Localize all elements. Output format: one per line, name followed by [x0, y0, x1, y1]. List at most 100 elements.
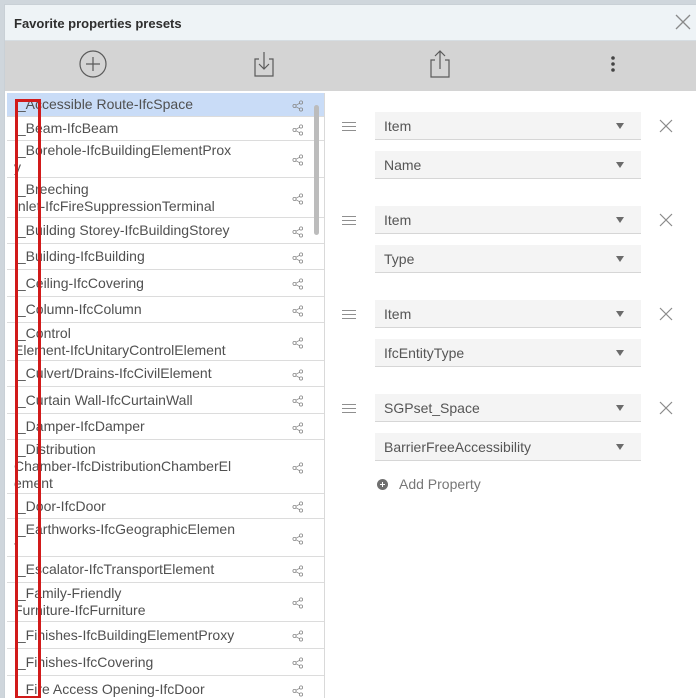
preset-label: I_Distribution Chamber-IfcDistributionCh… — [14, 441, 232, 491]
presets-list: I_Accessible Route-IfcSpace I_Beam-IfcBe… — [7, 93, 325, 698]
property-group-value: Item — [384, 306, 412, 322]
chevron-down-icon — [616, 405, 624, 411]
preset-label: I_Earthworks-IfcGeographicElemen t — [14, 520, 235, 554]
add-preset-button[interactable] — [76, 49, 110, 83]
property-group-select[interactable]: Item — [375, 206, 641, 234]
chevron-down-icon — [616, 444, 624, 450]
preset-item[interactable]: I_Door-IfcDoor — [7, 494, 324, 519]
preset-item[interactable]: I_Family-Friendly Furniture-IfcFurniture — [7, 583, 324, 622]
preset-label: I_Borehole-IfcBuildingElementProx y — [14, 142, 232, 175]
dialog-title: Favorite properties presets — [14, 16, 182, 31]
preset-item[interactable]: I_Curtain Wall-IfcCurtainWall — [7, 387, 324, 414]
drag-handle-icon[interactable] — [342, 216, 356, 228]
preset-item[interactable]: I_Ceiling-IfcCovering — [7, 270, 324, 297]
share-icon[interactable] — [292, 153, 304, 166]
share-icon[interactable] — [292, 500, 304, 513]
presets-toolbar — [5, 41, 696, 91]
property-group-value: Item — [384, 212, 412, 228]
property-name-select[interactable]: Type — [375, 245, 641, 273]
share-icon[interactable] — [292, 225, 304, 238]
preset-item[interactable]: I_Distribution Chamber-IfcDistributionCh… — [7, 440, 324, 494]
share-icon[interactable] — [292, 596, 304, 609]
preset-item[interactable]: I_Finishes-IfcBuildingElementProxy — [7, 622, 324, 649]
preset-item[interactable]: I_Building-IfcBuilding — [7, 244, 324, 270]
preset-item[interactable]: I_Earthworks-IfcGeographicElemen t — [7, 519, 324, 557]
drag-handle-icon[interactable] — [342, 404, 356, 416]
preset-item[interactable]: I_Damper-IfcDamper — [7, 414, 324, 440]
annotation-highlight-box — [15, 99, 41, 698]
preset-properties-panel: Item Name Item Type Item IfcEntityType S… — [335, 93, 695, 698]
preset-item[interactable]: I_Culvert/Drains-IfcCivilElement — [7, 361, 324, 387]
share-icon[interactable] — [292, 684, 304, 697]
chevron-down-icon — [616, 311, 624, 317]
export-preset-button[interactable] — [423, 49, 457, 83]
property-name-select[interactable]: IfcEntityType — [375, 339, 641, 367]
dialog-titlebar: Favorite properties presets — [5, 5, 696, 41]
drag-handle-icon[interactable] — [342, 122, 356, 134]
share-icon[interactable] — [292, 192, 304, 205]
preset-label: I_Culvert/Drains-IfcCivilElement — [14, 365, 212, 381]
property-group-value: Item — [384, 118, 412, 134]
preset-label: I_Breeching Inlet-IfcFireSuppressionTerm… — [14, 180, 215, 214]
share-icon[interactable] — [292, 251, 304, 264]
share-icon[interactable] — [292, 656, 304, 669]
import-preset-button[interactable] — [247, 49, 281, 83]
share-icon[interactable] — [292, 123, 304, 136]
share-icon[interactable] — [292, 368, 304, 381]
share-icon[interactable] — [292, 421, 304, 434]
download-icon — [252, 50, 276, 83]
remove-property-icon[interactable] — [657, 117, 675, 135]
share-icon[interactable] — [292, 629, 304, 642]
property-group-value: SGPset_Space — [384, 400, 480, 416]
preset-item[interactable]: I_Fire Access Opening-IfcDoor — [7, 676, 324, 698]
property-name-value: Type — [384, 251, 415, 267]
share-icon[interactable] — [292, 336, 304, 349]
preset-item[interactable]: I_Escalator-IfcTransportElement — [7, 557, 324, 583]
preset-item[interactable]: I_Beam-IfcBeam — [7, 117, 324, 141]
property-name-select[interactable]: Name — [375, 151, 641, 179]
add-property-label: Add Property — [399, 476, 481, 492]
preset-label: I_Escalator-IfcTransportElement — [14, 561, 215, 577]
favorite-presets-dialog: Favorite properties presets I_Accessible… — [4, 4, 696, 698]
preset-label: I_Fire Access Opening-IfcDoor — [14, 681, 205, 697]
preset-item[interactable]: I_Column-IfcColumn — [7, 297, 324, 323]
preset-item[interactable]: I_Accessible Route-IfcSpace — [7, 93, 324, 117]
more-vertical-icon — [610, 55, 616, 78]
drag-handle-icon[interactable] — [342, 310, 356, 322]
chevron-down-icon — [616, 162, 624, 168]
chevron-down-icon — [616, 256, 624, 262]
plus-circle-icon — [377, 478, 388, 490]
preset-item[interactable]: I_Borehole-IfcBuildingElementProx y — [7, 141, 324, 178]
add-property-button[interactable]: Add Property — [377, 476, 481, 492]
close-icon[interactable] — [672, 11, 694, 33]
list-scrollbar[interactable] — [314, 105, 319, 235]
share-icon[interactable] — [292, 277, 304, 290]
share-upload-icon — [428, 49, 452, 84]
share-icon[interactable] — [292, 304, 304, 317]
share-icon[interactable] — [292, 532, 304, 545]
chevron-down-icon — [616, 217, 624, 223]
chevron-down-icon — [616, 123, 624, 129]
remove-property-icon[interactable] — [657, 211, 675, 229]
preset-item[interactable]: I_Control Element-IfcUnitaryControlEleme… — [7, 323, 324, 361]
property-group-select[interactable]: Item — [375, 112, 641, 140]
preset-item[interactable]: I_Breeching Inlet-IfcFireSuppressionTerm… — [7, 178, 324, 218]
remove-property-icon[interactable] — [657, 305, 675, 323]
preset-item[interactable]: I_Finishes-IfcCovering — [7, 649, 324, 676]
property-group-select[interactable]: SGPset_Space — [375, 394, 641, 422]
plus-circle-icon — [78, 49, 108, 84]
preset-label: I_Building Storey-IfcBuildingStorey — [14, 222, 230, 238]
share-icon[interactable] — [292, 99, 304, 112]
share-icon[interactable] — [292, 564, 304, 577]
preset-item[interactable]: I_Building Storey-IfcBuildingStorey — [7, 218, 324, 244]
preset-label: I_Finishes-IfcBuildingElementProxy — [14, 626, 235, 643]
property-group-select[interactable]: Item — [375, 300, 641, 328]
more-options-button[interactable] — [596, 49, 630, 83]
share-icon[interactable] — [292, 394, 304, 407]
property-name-value: IfcEntityType — [384, 345, 465, 361]
property-name-value: Name — [384, 157, 422, 173]
property-name-select[interactable]: BarrierFreeAccessibility — [375, 433, 641, 461]
share-icon[interactable] — [292, 461, 304, 474]
chevron-down-icon — [616, 350, 624, 356]
remove-property-icon[interactable] — [657, 399, 675, 417]
